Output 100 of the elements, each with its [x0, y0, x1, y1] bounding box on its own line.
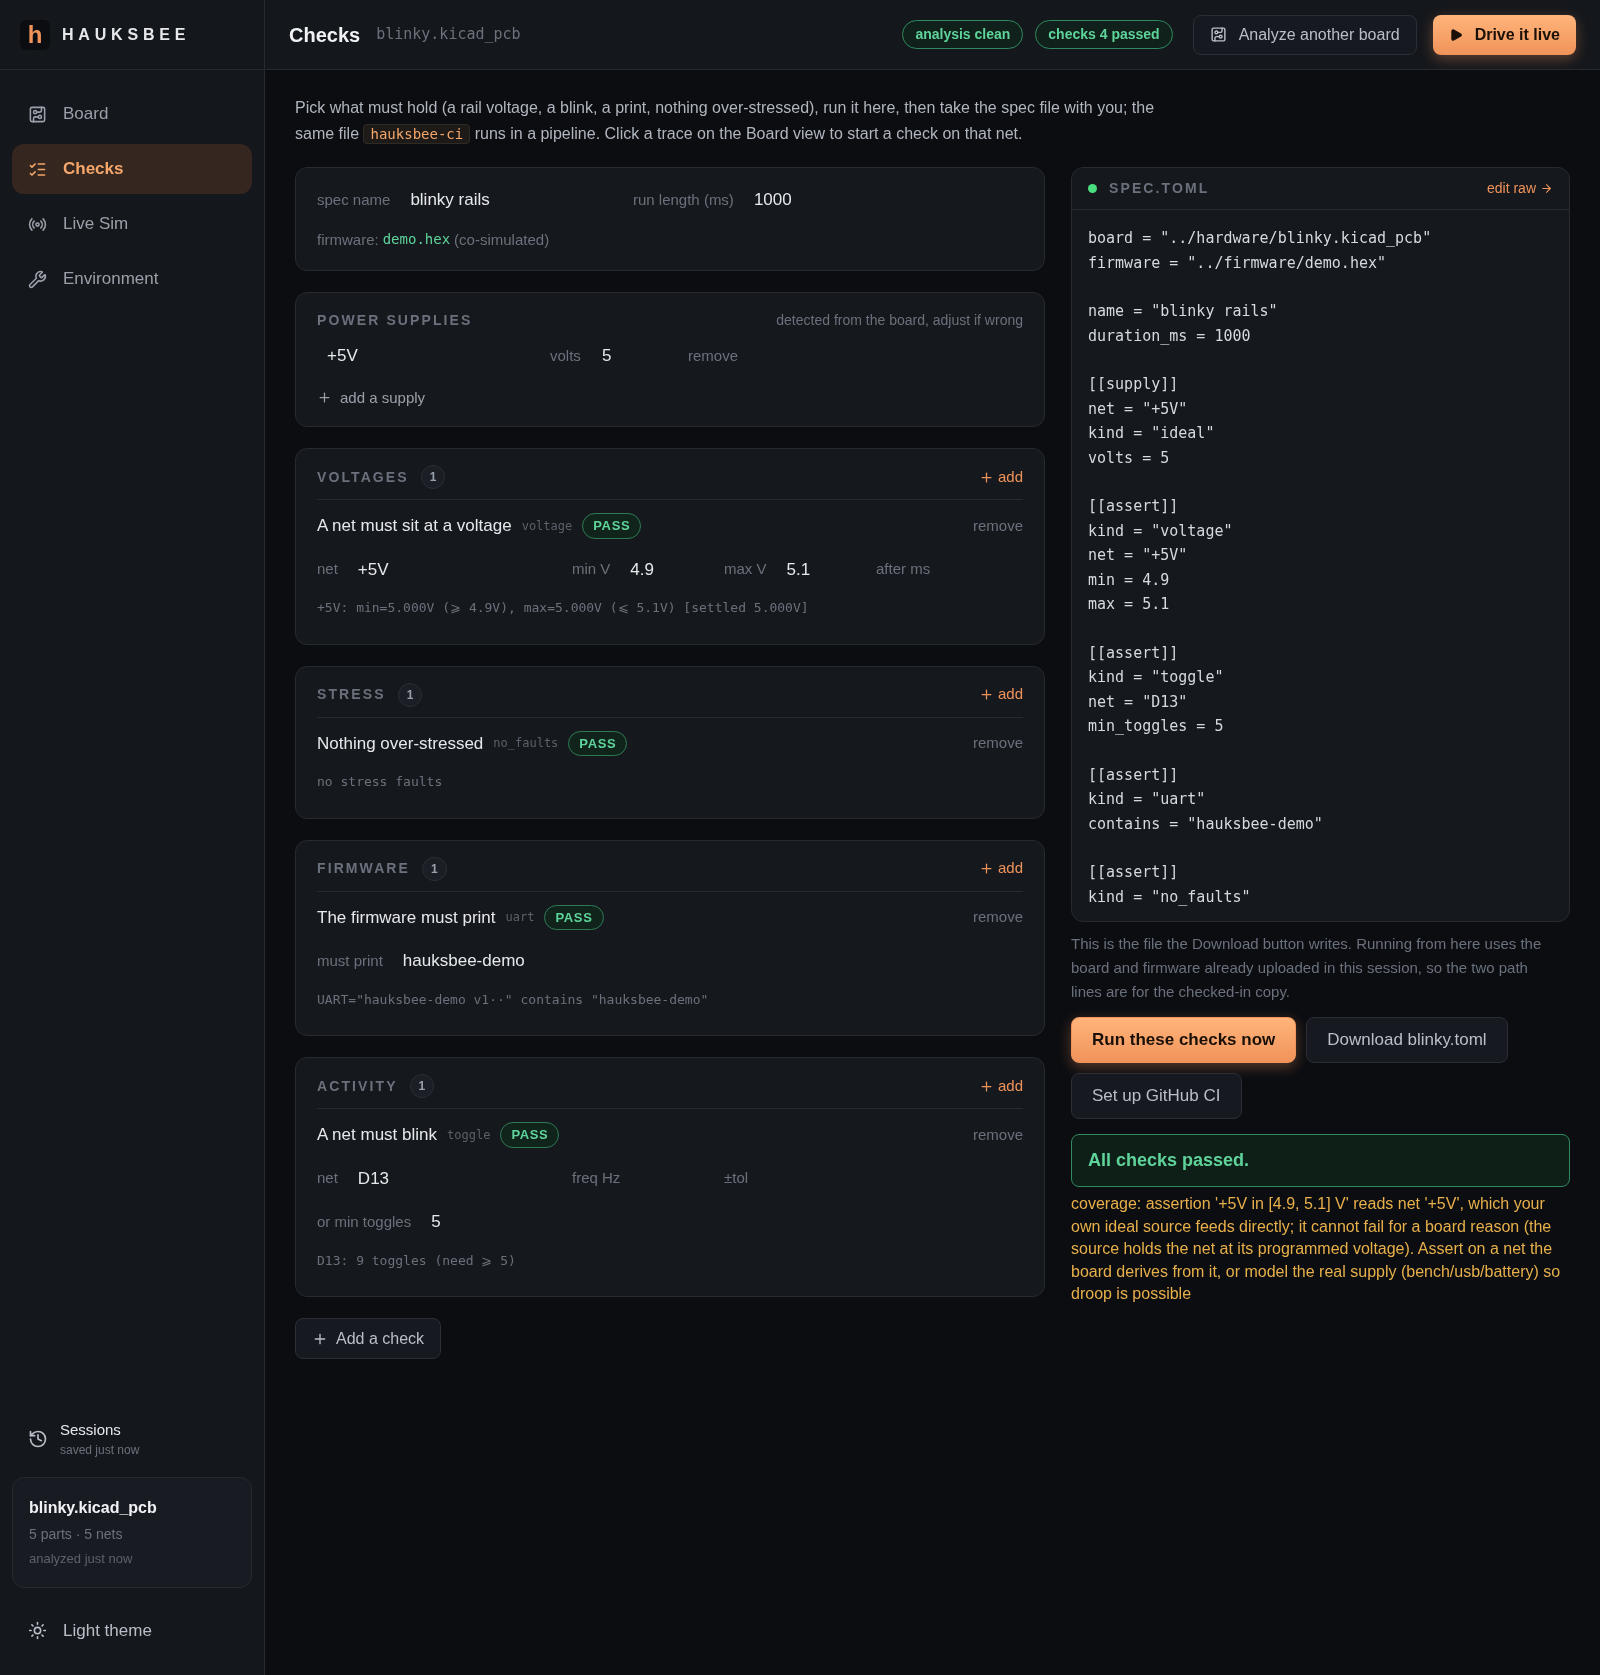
field-value[interactable]: 5.1 — [786, 556, 811, 582]
field-label: spec name — [317, 189, 391, 210]
check-title: Nothing over-stressed — [317, 732, 484, 755]
result-banner: All checks passed. — [1071, 1134, 1570, 1187]
field-label: or min toggles — [317, 1211, 412, 1232]
plus-icon — [978, 469, 994, 485]
section-title: FIRMWARE — [317, 859, 410, 878]
remove-link[interactable]: remove — [972, 514, 1023, 537]
code-line: max = 5.1 — [1088, 594, 1170, 615]
count-badge: 1 — [422, 856, 447, 881]
field-value[interactable]: 5 — [431, 1209, 441, 1235]
check-kind: uart — [505, 909, 535, 927]
code-line: net = "+5V" — [1088, 545, 1188, 566]
edit-raw-link[interactable]: edit raw — [1486, 178, 1553, 199]
sessions-subtitle: saved just now — [60, 1442, 140, 1459]
check-kind: no_faults — [493, 735, 559, 753]
nav-item[interactable]: Live Sim — [12, 199, 252, 249]
status-badge: checks 4 passed — [1035, 20, 1173, 49]
session-card[interactable]: blinky.kicad_pcb 5 parts · 5 nets analyzed just now — [12, 1477, 252, 1588]
field-label: max V — [724, 559, 767, 579]
code-line: [[supply]] — [1088, 374, 1179, 395]
status-badge: analysis clean — [902, 20, 1024, 49]
code-line: board = "../hardware/blinky.kicad_pcb" — [1088, 228, 1432, 249]
session-name: blinky.kicad_pcb — [29, 1498, 158, 1518]
session-time: analyzed just now — [29, 1550, 134, 1568]
secondary-button[interactable]: Download blinky.toml — [1306, 1017, 1508, 1063]
code-line: kind = "uart" — [1088, 789, 1206, 810]
add-link[interactable]: add — [978, 465, 1023, 489]
code-line: kind = "ideal" — [1088, 423, 1215, 444]
remove-link[interactable]: remove — [688, 344, 739, 367]
code-line: [[assert]] — [1088, 764, 1179, 786]
check-result: UART="hauksbee-demo v1··" contains "hauksbee-demo" — [317, 990, 710, 1009]
add-link[interactable]: add — [978, 857, 1023, 880]
code-line: [[assert]] — [1088, 642, 1179, 664]
nav-item[interactable]: Checks — [12, 144, 252, 194]
drive-live-button[interactable]: Drive it live — [1432, 14, 1576, 55]
field-label: net — [317, 1168, 338, 1188]
check-kind: toggle — [447, 1126, 491, 1144]
field-value[interactable]: D13 — [357, 1165, 390, 1191]
session-meta: 5 parts · 5 nets — [29, 1525, 124, 1544]
count-badge: 1 — [397, 682, 423, 707]
arrow-icon — [1540, 182, 1553, 195]
field-label: net — [317, 559, 338, 579]
code-line: kind = "toggle" — [1088, 667, 1224, 688]
count-badge: 1 — [409, 1074, 435, 1098]
coverage-warning: coverage: assertion '+5V in [4.9, 5.1] V' reads net '+5V', which your own ideal source feeds directly; it cannot fail for a board reason (the source holds the net at its programmed voltage). Assert on a net the board derives from it, or model the real supply (bench/usb/battery) so droop is possible — [1071, 1194, 1562, 1304]
code-line: net = "D13" — [1088, 691, 1188, 713]
section-title: POWER SUPPLIES — [317, 311, 473, 330]
status-pill: PASS — [500, 1122, 560, 1148]
field-value[interactable]: 4.9 — [630, 556, 654, 582]
status-pill: PASS — [582, 513, 642, 539]
field-label: volts — [550, 345, 582, 366]
plus-icon — [317, 390, 332, 406]
code-line: kind = "no_faults" — [1088, 886, 1251, 908]
code-line: name = "blinky rails" — [1088, 301, 1278, 322]
nav-item[interactable]: Board — [12, 89, 252, 139]
field-value[interactable]: 5 — [602, 343, 688, 369]
check-kind: voltage — [521, 517, 573, 535]
plus-icon — [978, 687, 994, 702]
check-title: A net must blink — [317, 1124, 437, 1146]
secondary-button[interactable]: Set up GitHub CI — [1071, 1073, 1242, 1119]
supply-net[interactable]: +5V — [327, 343, 550, 369]
count-badge: 1 — [420, 465, 446, 489]
code-line: duration_ms = 1000 — [1088, 325, 1251, 347]
section-title: ACTIVITY — [317, 1076, 398, 1096]
history-icon — [28, 1428, 48, 1449]
logo-icon: h — [20, 19, 50, 50]
theme-toggle[interactable]: Light theme — [0, 1587, 264, 1675]
board-icon — [1209, 26, 1227, 43]
intro-text: Pick what must hold (a rail voltage, a blink, a print, nothing over-stressed), run it here, then take the spec file with you; the same file hauksbee-ci runs in a pipeline. Click a trace on the Board view to start a check on that net. — [295, 98, 1156, 146]
plus-icon — [978, 861, 994, 876]
code-chip: hauksbee-ci — [363, 124, 471, 144]
field-label: after ms — [876, 559, 931, 579]
remove-link[interactable]: remove — [972, 732, 1023, 755]
remove-link[interactable]: remove — [972, 906, 1023, 929]
sun-icon — [28, 1620, 47, 1640]
field-label: firmware: — [317, 229, 379, 250]
add-check-button[interactable]: Add a check — [295, 1318, 442, 1359]
code-line: min_toggles = 5 — [1088, 716, 1224, 737]
field-label: freq Hz — [572, 1168, 621, 1188]
add-supply-link[interactable]: add a supply — [317, 386, 426, 409]
field-value[interactable]: blinky rails — [410, 187, 490, 213]
field-value[interactable]: +5V — [357, 556, 389, 582]
code-line: min = 4.9 — [1088, 569, 1170, 591]
field-value[interactable]: hauksbee-demo — [402, 948, 525, 974]
section-hint: detected from the board, adjust if wrong — [776, 311, 1023, 330]
analyze-button[interactable]: Analyze another board — [1192, 14, 1417, 55]
field-label: ±tol — [724, 1168, 749, 1188]
add-link[interactable]: add — [978, 1074, 1023, 1098]
code-line: contains = "hauksbee-demo" — [1088, 813, 1323, 835]
field-value[interactable]: 1000 — [753, 187, 792, 213]
firmware-file: demo.hex — [382, 230, 451, 250]
sessions-title: Sessions — [60, 1419, 122, 1440]
status-pill: PASS — [568, 730, 628, 756]
remove-link[interactable]: remove — [972, 1123, 1023, 1146]
add-link[interactable]: add — [978, 683, 1023, 706]
code-line: firmware = "../firmware/demo.hex" — [1088, 252, 1386, 274]
panel-title: SPEC.TOML — [1109, 179, 1210, 198]
nav-item[interactable]: Environment — [12, 254, 252, 304]
primary-button[interactable]: Run these checks now — [1071, 1017, 1297, 1063]
